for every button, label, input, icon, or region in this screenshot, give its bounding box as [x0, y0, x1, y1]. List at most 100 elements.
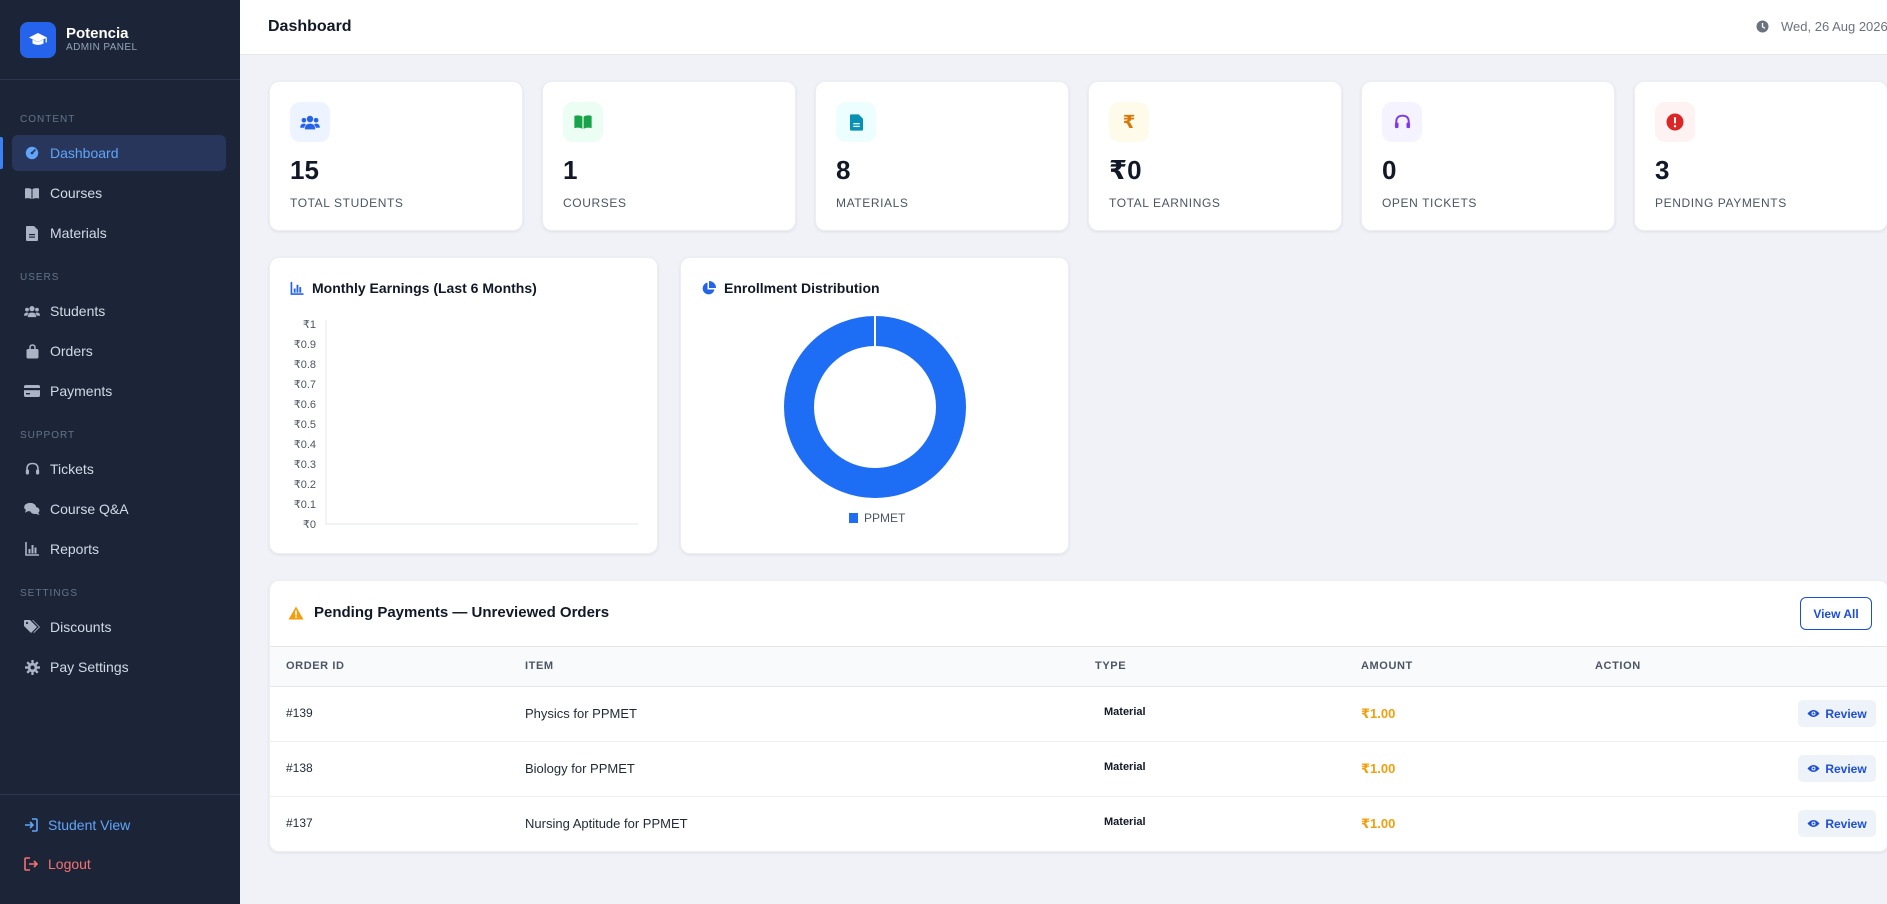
- pending-title-text: Pending Payments — Unreviewed Orders: [314, 604, 610, 621]
- sidebar-item-label: Discounts: [50, 619, 112, 635]
- active-indicator: [0, 137, 3, 169]
- book-open-icon: [563, 102, 603, 142]
- file-icon: [24, 225, 40, 241]
- tags-icon: [24, 619, 40, 635]
- warning-icon: [288, 606, 304, 620]
- sidebar-item-materials[interactable]: Materials: [12, 215, 226, 251]
- current-date: Wed, 26 Aug 2026: [1781, 19, 1887, 34]
- stat-value: 0: [1382, 155, 1397, 185]
- sidebar-item-discounts[interactable]: Discounts: [12, 609, 226, 645]
- table-row: #139 Physics for PPMET Material ₹1.00 Re…: [270, 687, 1887, 742]
- y-tick-label: ₹0.1: [294, 499, 316, 511]
- sidebar-item-label: Materials: [50, 225, 107, 241]
- sidebar-item-label: Orders: [50, 343, 93, 359]
- headset-icon: [1382, 102, 1422, 142]
- sidebar-item-payments[interactable]: Payments: [12, 373, 226, 409]
- y-tick-label: ₹0.7: [294, 379, 316, 391]
- stat-card-total-students: 15 TOTAL STUDENTS: [269, 81, 523, 231]
- pending-payments-card: Pending Payments — Unreviewed Orders Vie…: [269, 580, 1887, 852]
- student-view-link[interactable]: Student View: [24, 817, 130, 833]
- pending-title: Pending Payments — Unreviewed Orders: [288, 604, 609, 621]
- y-tick-label: ₹0.4: [294, 439, 316, 451]
- sidebar-item-orders[interactable]: Orders: [12, 333, 226, 369]
- eye-icon: [1807, 709, 1820, 718]
- section-title-users: USERS: [20, 272, 60, 283]
- type-badge: Material: [1104, 706, 1146, 718]
- review-label: Review: [1825, 706, 1867, 721]
- y-tick-label: ₹0: [303, 519, 316, 531]
- stat-label: COURSES: [563, 196, 627, 210]
- y-tick-label: ₹0.2: [294, 479, 316, 491]
- amount: ₹1.00: [1361, 706, 1396, 721]
- order-id: #139: [286, 706, 313, 720]
- item-name: Physics for PPMET: [525, 706, 637, 721]
- sidebar-item-reports[interactable]: Reports: [12, 531, 226, 567]
- sidebar-item-tickets[interactable]: Tickets: [12, 451, 226, 487]
- sidebar-item-courses[interactable]: Courses: [12, 175, 226, 211]
- bar-chart-icon: [24, 541, 40, 557]
- student-view-label: Student View: [48, 817, 131, 833]
- column-header-type: TYPE: [1095, 660, 1127, 672]
- stat-label: MATERIALS: [836, 196, 909, 210]
- type-badge: Material: [1104, 816, 1146, 828]
- stat-card-pending-payments: 3 PENDING PAYMENTS: [1634, 81, 1887, 231]
- legend-swatch: [849, 513, 858, 523]
- logout-link[interactable]: Logout: [24, 856, 91, 872]
- users-icon: [290, 102, 330, 142]
- stat-label: TOTAL STUDENTS: [290, 196, 404, 210]
- stat-value: 1: [563, 155, 578, 185]
- amount: ₹1.00: [1361, 816, 1396, 831]
- order-id: #138: [286, 761, 313, 775]
- users-icon: [24, 303, 40, 319]
- enrollment-chart: PPMET: [784, 316, 966, 525]
- sidebar-item-label: Tickets: [50, 461, 94, 477]
- brand[interactable]: Potencia ADMIN PANEL: [0, 0, 240, 80]
- shopping-bag-icon: [24, 343, 40, 359]
- section-title-support: SUPPORT: [20, 430, 76, 441]
- review-button[interactable]: Review: [1798, 700, 1876, 727]
- credit-card-icon: [24, 383, 40, 399]
- sidebar-item-dashboard[interactable]: Dashboard: [12, 135, 226, 171]
- sidebar-item-pay-settings[interactable]: Pay Settings: [12, 649, 226, 685]
- file-icon: [836, 102, 876, 142]
- y-tick-label: ₹0.3: [294, 459, 316, 471]
- stat-label: PENDING PAYMENTS: [1655, 196, 1787, 210]
- amount: ₹1.00: [1361, 761, 1396, 776]
- y-tick-label: ₹0.6: [294, 399, 316, 411]
- review-button[interactable]: Review: [1798, 810, 1876, 837]
- y-tick-label: ₹1: [303, 319, 316, 331]
- item-name: Nursing Aptitude for PPMET: [525, 816, 688, 831]
- clock-icon: [1756, 20, 1769, 33]
- review-button[interactable]: Review: [1798, 755, 1876, 782]
- order-id: #137: [286, 816, 313, 830]
- brand-name: Potencia: [66, 25, 129, 42]
- sidebar-item-students[interactable]: Students: [12, 293, 226, 329]
- sidebar-item-course-qa[interactable]: Course Q&A: [12, 491, 226, 527]
- item-name: Biology for PPMET: [525, 761, 635, 776]
- column-header-order-id: ORDER ID: [286, 660, 345, 672]
- sign-in-icon: [24, 817, 40, 833]
- topbar: Dashboard Wed, 26 Aug 2026: [240, 0, 1887, 55]
- view-all-button[interactable]: View All: [1800, 597, 1872, 630]
- sidebar-item-label: Dashboard: [50, 145, 119, 161]
- pie-slice: [784, 316, 966, 498]
- sidebar-item-label: Payments: [50, 383, 113, 399]
- headset-icon: [24, 461, 40, 477]
- eye-icon: [1807, 819, 1820, 828]
- sidebar-item-label: Courses: [50, 185, 103, 201]
- eye-icon: [1807, 764, 1820, 773]
- y-tick-label: ₹0.8: [294, 359, 316, 371]
- section-title-settings: SETTINGS: [20, 588, 79, 599]
- enrollment-distribution-card: Enrollment Distribution PPMET: [680, 257, 1069, 554]
- book-open-icon: [24, 185, 40, 201]
- logout-label: Logout: [48, 856, 91, 872]
- table-row: #137 Nursing Aptitude for PPMET Material…: [270, 797, 1887, 851]
- y-tick-label: ₹0.5: [294, 419, 316, 431]
- stat-card-total-earnings: ₹ ₹0 TOTAL EARNINGS: [1088, 81, 1342, 231]
- comments-icon: [24, 501, 40, 517]
- stat-value: 8: [836, 155, 851, 185]
- y-tick-label: ₹0.9: [294, 339, 316, 351]
- table-head: ORDER ID ITEM TYPE AMOUNT ACTION: [270, 647, 1887, 687]
- sidebar-item-label: Pay Settings: [50, 659, 129, 675]
- stat-label: OPEN TICKETS: [1382, 196, 1477, 210]
